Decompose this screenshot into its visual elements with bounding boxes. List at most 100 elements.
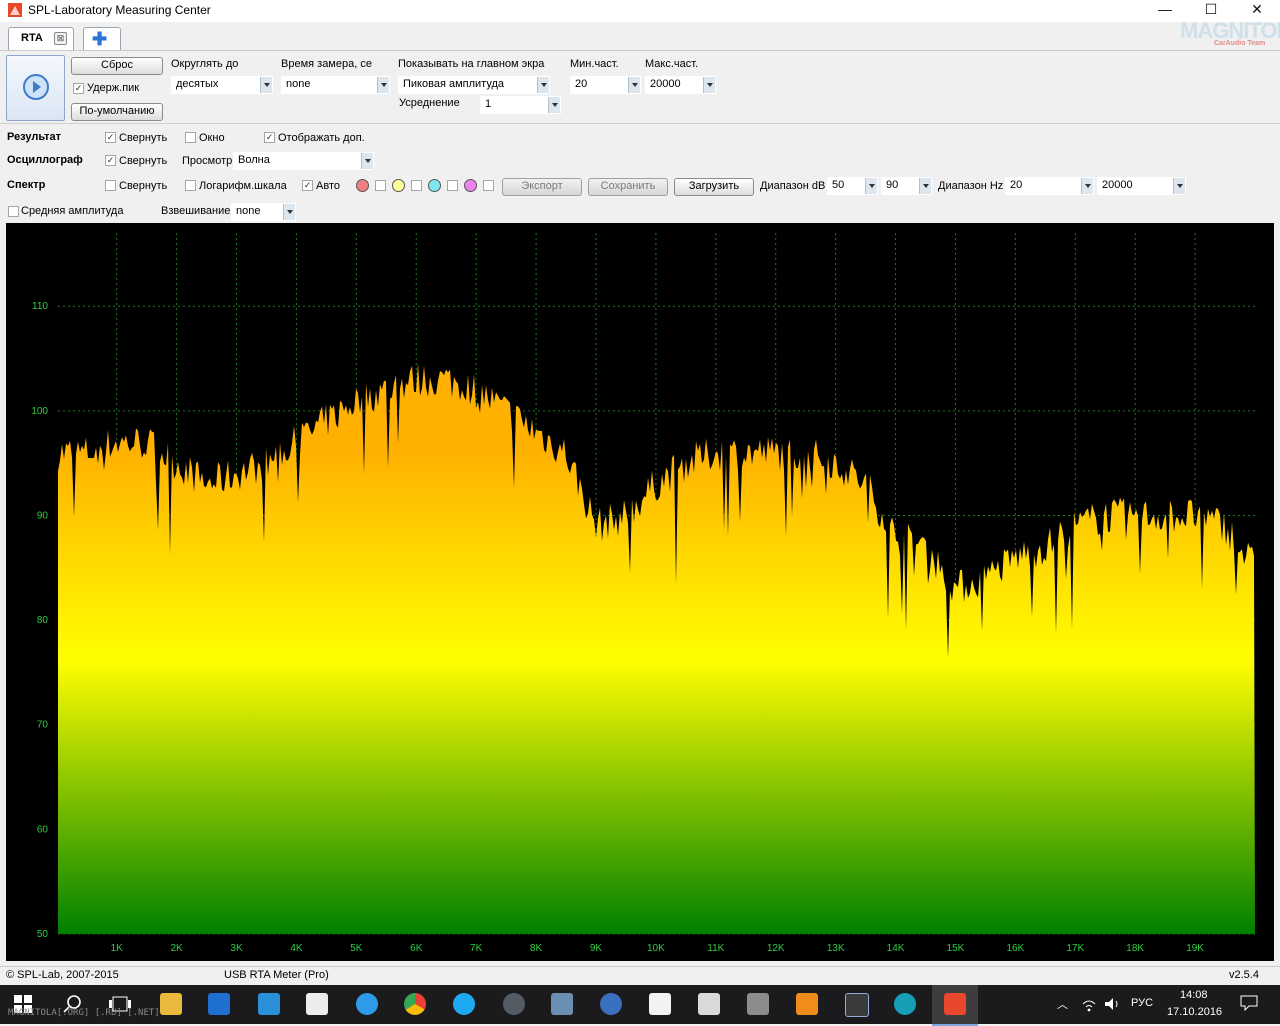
chevron-down-icon bbox=[548, 97, 560, 113]
trace-cyan-checkbox[interactable] bbox=[447, 180, 458, 191]
chevron-down-icon bbox=[377, 77, 389, 93]
reset-button[interactable]: Сброс bbox=[71, 57, 163, 75]
edge-icon[interactable] bbox=[894, 993, 916, 1015]
load-button[interactable]: Загрузить bbox=[674, 178, 754, 196]
log-scale-checkbox[interactable] bbox=[185, 180, 196, 191]
tray-chevron-icon[interactable]: ︿ bbox=[1057, 996, 1068, 1012]
outlook-icon[interactable] bbox=[258, 993, 280, 1015]
x-tick-label: 3K bbox=[230, 943, 243, 954]
avg-amplitude-checkbox[interactable] bbox=[8, 206, 19, 217]
fl-studio-icon[interactable] bbox=[796, 993, 818, 1015]
y-tick-label: 100 bbox=[31, 406, 48, 417]
hold-peak-checkbox[interactable]: ✓ bbox=[73, 83, 84, 94]
x-tick-label: 9K bbox=[590, 943, 603, 954]
min-freq-value: 20 bbox=[575, 78, 588, 90]
round-select[interactable]: десятых bbox=[171, 76, 273, 94]
main-display-label: Показывать на главном экра bbox=[398, 58, 545, 70]
view-value: Волна bbox=[238, 154, 270, 166]
oscillograph-collapse-checkbox[interactable]: ✓ bbox=[105, 155, 116, 166]
max-freq-select[interactable]: 20000 bbox=[645, 76, 716, 94]
x-tick-label: 2K bbox=[171, 943, 184, 954]
calculator-icon[interactable] bbox=[306, 993, 328, 1015]
measure-time-select[interactable]: none bbox=[281, 76, 390, 94]
result-window-label: Окно bbox=[199, 132, 225, 144]
auto-label: Авто bbox=[316, 180, 340, 192]
volume-icon[interactable] bbox=[1104, 996, 1122, 1015]
hz-min-select[interactable]: 20 bbox=[1005, 177, 1094, 195]
clock-time[interactable]: 14:08 bbox=[1180, 989, 1208, 1001]
x-tick-label: 8K bbox=[530, 943, 543, 954]
device-text: USB RTA Meter (Pro) bbox=[224, 969, 329, 981]
y-tick-label: 80 bbox=[37, 615, 49, 626]
start-measurement-button[interactable] bbox=[6, 55, 65, 121]
keyboard-language[interactable]: РУС bbox=[1131, 997, 1153, 1009]
chevron-down-icon bbox=[1081, 178, 1093, 194]
x-tick-label: 19K bbox=[1186, 943, 1204, 954]
sw-app-icon[interactable] bbox=[600, 993, 622, 1015]
store-icon[interactable] bbox=[208, 993, 230, 1015]
export-button[interactable]: Экспорт bbox=[502, 178, 582, 196]
color-swatch-yellow[interactable] bbox=[392, 179, 405, 192]
tab-close-icon[interactable]: ⊠ bbox=[54, 32, 67, 45]
magnitola-logo-subtitle: CarAudio Team bbox=[1214, 40, 1266, 47]
max-freq-value: 20000 bbox=[650, 78, 681, 90]
weighting-select[interactable]: none bbox=[231, 203, 296, 221]
trace-magenta-checkbox[interactable] bbox=[483, 180, 494, 191]
save-button[interactable]: Сохранить bbox=[588, 178, 668, 196]
x-tick-label: 5K bbox=[350, 943, 363, 954]
chrome-icon[interactable] bbox=[404, 993, 426, 1015]
defaults-button[interactable]: По-умолчанию bbox=[71, 103, 163, 121]
trace-yellow-checkbox[interactable] bbox=[411, 180, 422, 191]
db-range-label: Диапазон dB bbox=[760, 180, 826, 192]
skype-icon[interactable] bbox=[453, 993, 475, 1015]
oscillograph-heading: Осциллограф bbox=[7, 154, 83, 166]
plus-icon: ✚ bbox=[92, 29, 108, 49]
tab-rta[interactable]: RTA ⊠ bbox=[8, 27, 74, 50]
averaging-value: 1 bbox=[485, 98, 492, 110]
chevron-down-icon bbox=[919, 178, 931, 194]
spl-lab-icon bbox=[944, 993, 966, 1015]
app-l-icon[interactable] bbox=[649, 993, 671, 1015]
view-label: Просмотр bbox=[182, 155, 233, 167]
tool-app-icon[interactable] bbox=[747, 993, 769, 1015]
show-extra-checkbox[interactable]: ✓ bbox=[264, 132, 275, 143]
color-swatch-magenta[interactable] bbox=[464, 179, 477, 192]
x-tick-label: 15K bbox=[947, 943, 965, 954]
main-display-value: Пиковая амплитуда bbox=[403, 78, 504, 90]
spl-lab-taskbar-button[interactable] bbox=[932, 985, 978, 1026]
view-select[interactable]: Волна bbox=[233, 152, 374, 170]
measure-time-value: none bbox=[286, 78, 311, 90]
color-swatch-red[interactable] bbox=[356, 179, 369, 192]
result-window-checkbox[interactable] bbox=[185, 132, 196, 143]
grid-app-icon[interactable] bbox=[845, 993, 869, 1017]
auto-checkbox[interactable]: ✓ bbox=[302, 180, 313, 191]
disc-app-icon[interactable] bbox=[503, 993, 525, 1015]
fox-app-icon[interactable] bbox=[698, 993, 720, 1015]
chevron-down-icon bbox=[283, 204, 295, 220]
spectrum-collapse-checkbox[interactable] bbox=[105, 180, 116, 191]
y-tick-label: 50 bbox=[37, 929, 49, 940]
averaging-select[interactable]: 1 bbox=[480, 96, 561, 114]
main-display-select[interactable]: Пиковая амплитуда bbox=[398, 76, 550, 94]
color-swatch-cyan[interactable] bbox=[428, 179, 441, 192]
clock-date[interactable]: 17.10.2016 bbox=[1167, 1006, 1222, 1018]
chevron-down-icon bbox=[361, 153, 373, 169]
network-icon[interactable] bbox=[1081, 996, 1097, 1015]
x-tick-label: 1K bbox=[111, 943, 124, 954]
min-freq-select[interactable]: 20 bbox=[570, 76, 641, 94]
hz-max-value: 20000 bbox=[1102, 179, 1133, 191]
result-heading: Результат bbox=[7, 131, 62, 143]
x-tick-label: 4K bbox=[290, 943, 303, 954]
db-max-select[interactable]: 90 bbox=[881, 177, 932, 195]
trace-red-checkbox[interactable] bbox=[375, 180, 386, 191]
averaging-label: Усреднение bbox=[399, 97, 460, 109]
add-tab-button[interactable]: ✚ bbox=[83, 27, 121, 50]
paint-app-icon[interactable] bbox=[551, 993, 573, 1015]
notifications-icon[interactable] bbox=[1240, 995, 1258, 1014]
min-freq-label: Мин.част. bbox=[570, 58, 619, 70]
file-explorer-icon[interactable] bbox=[160, 993, 182, 1015]
result-collapse-checkbox[interactable]: ✓ bbox=[105, 132, 116, 143]
db-min-select[interactable]: 50 bbox=[827, 177, 878, 195]
hz-max-select[interactable]: 20000 bbox=[1097, 177, 1186, 195]
zoom-icon[interactable] bbox=[356, 993, 378, 1015]
